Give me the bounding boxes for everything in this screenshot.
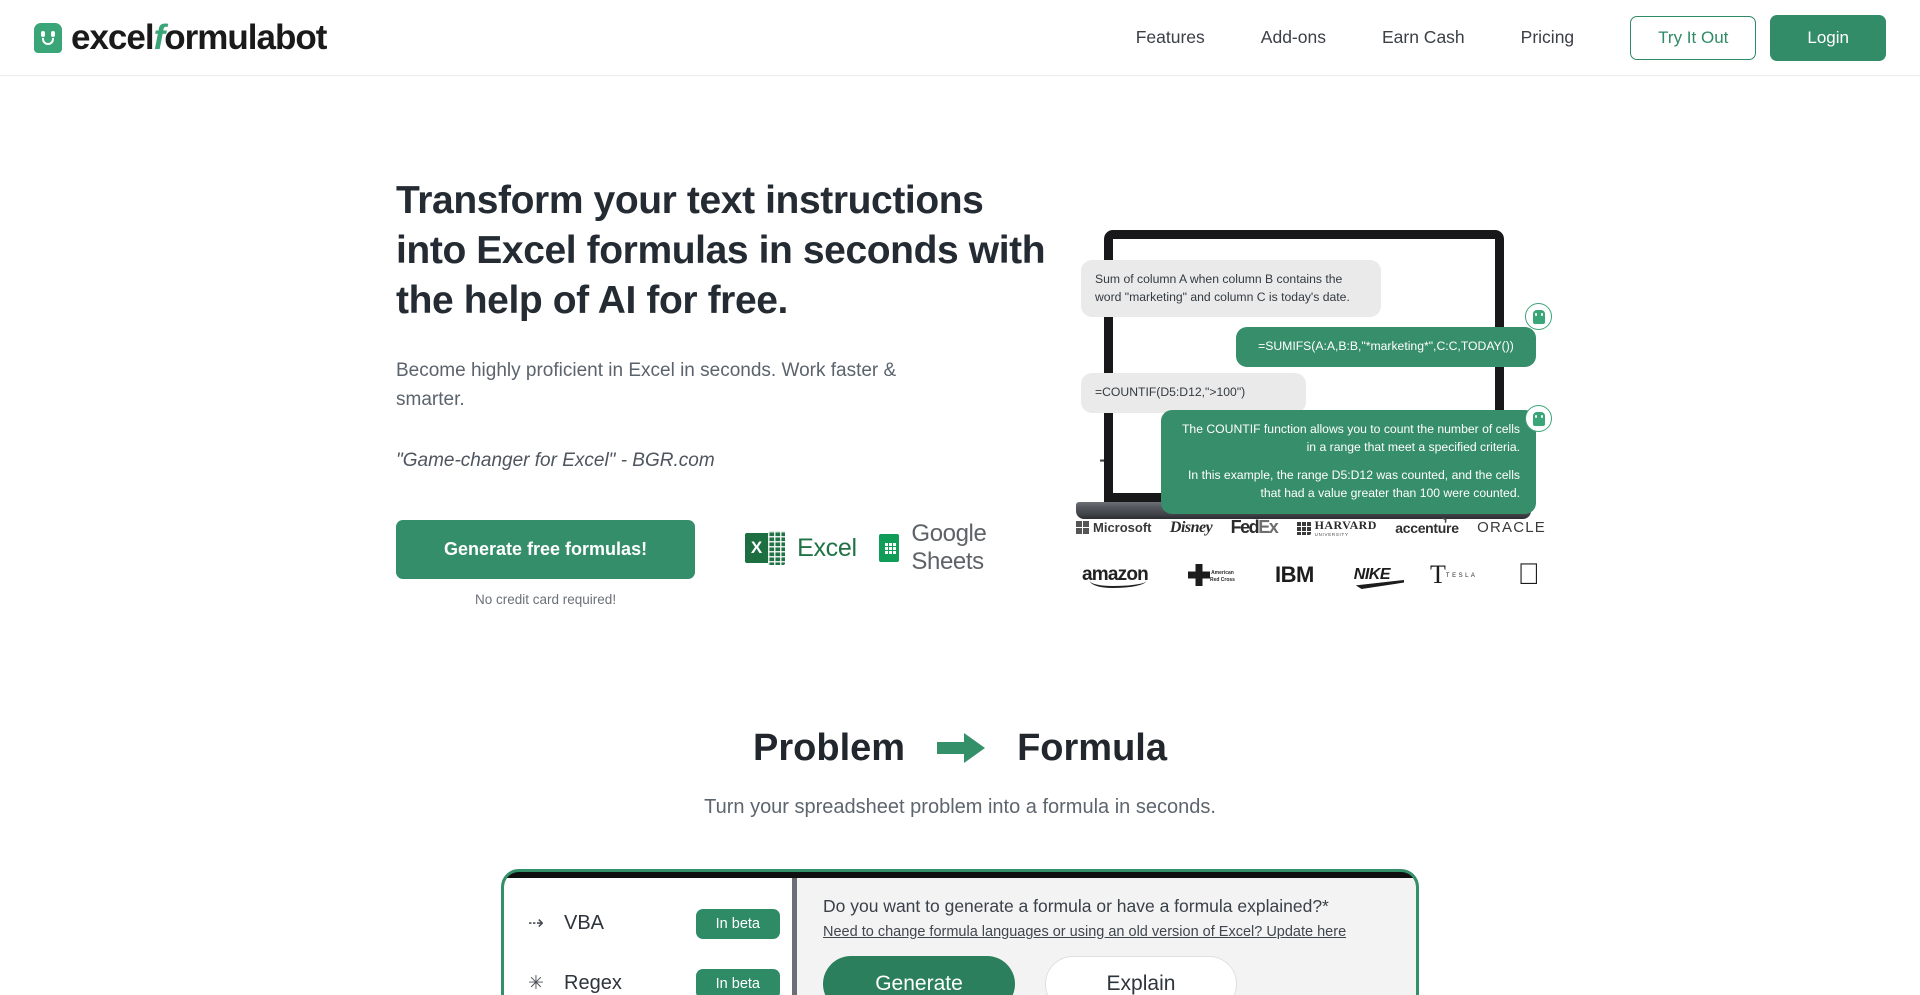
arc-line-1: American xyxy=(1211,570,1234,577)
explanation-paragraph-2: In this example, the range D5:D12 was co… xyxy=(1188,468,1520,501)
hero-visual-column: MacBook Pro Sum of column A when column … xyxy=(1076,134,1636,607)
explain-button[interactable]: Explain xyxy=(1045,955,1237,995)
harvard-logo-name: HARVARD xyxy=(1314,518,1377,533)
demo-question-label: Do you want to generate a formula or hav… xyxy=(823,895,1329,916)
beta-badge-regex: In beta xyxy=(695,968,780,995)
bot-eye-right-icon xyxy=(51,30,55,37)
bot-smile-icon xyxy=(42,37,54,45)
problem-word: Problem xyxy=(753,726,906,769)
update-formula-language-link[interactable]: Need to change formula languages or usin… xyxy=(823,924,1394,940)
demo-action-buttons: Generate Explain xyxy=(823,955,1394,995)
page-title: Transform your text instructions into Ex… xyxy=(396,179,1046,322)
tesla-logo-label: TESLA xyxy=(1445,572,1478,579)
generate-button[interactable]: Generate xyxy=(823,955,1015,995)
nav-item-features[interactable]: Features xyxy=(1108,27,1233,48)
login-button[interactable]: Login xyxy=(1770,14,1886,61)
american-red-cross-logo-icon: American Red Cross xyxy=(1187,564,1235,586)
page-root: excelformulabot Features Add-ons Earn Ca… xyxy=(0,0,1920,995)
demo-content-area: Do you want to generate a formula or hav… xyxy=(797,877,1416,995)
formula-word: Formula xyxy=(1017,726,1167,769)
harvard-shield-icon xyxy=(1295,520,1311,535)
problem-formula-section: Problem Formula Turn your spreadsheet pr… xyxy=(0,727,1920,819)
laptop-mockup: MacBook Pro Sum of column A when column … xyxy=(1076,230,1552,535)
hero-text-column: Transform your text instructions into Ex… xyxy=(396,134,1056,607)
nav-item-earn-cash[interactable]: Earn Cash xyxy=(1354,27,1493,48)
problem-formula-subtitle: Turn your spreadsheet problem into a for… xyxy=(704,795,1216,818)
demo-panel-wrapper: ⇢ VBA In beta ✳ Regex In beta Do you wan… xyxy=(501,868,1419,995)
harvard-logo-text: HARVARD UNIVERSITY xyxy=(1315,517,1377,538)
excel-icon-grid xyxy=(768,531,786,566)
demo-sidebar-item-regex[interactable]: ✳ Regex In beta xyxy=(504,954,792,995)
chat-bubble-user-formula: =COUNTIF(D5:D12,">100") xyxy=(1081,373,1306,413)
red-cross-icon xyxy=(1187,564,1210,586)
chat-bubble-user-prompt: Sum of column A when column B contains t… xyxy=(1081,260,1381,318)
oracle-logo-icon: ORACLE xyxy=(1477,519,1546,536)
brand-wordmark: excelformulabot xyxy=(71,17,327,58)
explanation-paragraph-1: The COUNTIF function allows you to count… xyxy=(1181,422,1520,454)
disney-logo-icon: Disney xyxy=(1169,518,1213,536)
brand-word-ormulabot: ormulabot xyxy=(164,17,327,57)
microsoft-squares-icon xyxy=(1076,521,1089,534)
google-sheets-icon xyxy=(878,534,900,563)
no-credit-card-note: No credit card required! xyxy=(475,591,617,607)
accenture-logo-icon: accenture xyxy=(1395,520,1459,536)
bot-eye-left-icon xyxy=(41,30,45,37)
ibm-logo-icon: IBM xyxy=(1274,562,1314,587)
microsoft-logo-label: Microsoft xyxy=(1093,520,1152,535)
amazon-logo-icon: amazon xyxy=(1082,564,1149,588)
right-arrow-icon xyxy=(937,733,986,764)
try-it-out-button[interactable]: Try It Out xyxy=(1630,15,1757,60)
american-red-cross-label: American Red Cross xyxy=(1210,570,1235,583)
beta-badge-vba: In beta xyxy=(695,908,780,939)
brand-word-excel: excel xyxy=(71,17,155,57)
hero-subheadline: Become highly proficient in Excel in sec… xyxy=(396,359,897,411)
supported-apps-logos: X Excel Google Sheets xyxy=(745,520,1056,606)
hero-cta-row: Generate free formulas! No credit card r… xyxy=(396,519,1056,607)
google-sheets-label-google: Google xyxy=(911,520,987,548)
asterisk-icon: ✳ xyxy=(528,973,544,995)
chat-bubble-formula-result: =SUMIFS(A:A,B:B,"*marketing*",C:C,TODAY(… xyxy=(1236,327,1536,367)
demo-sidebar-label-vba: VBA xyxy=(564,912,605,935)
trusted-logo-row-2: amazon American Red Cross IBM NIKE T TES… xyxy=(1076,560,1546,590)
hero-section: Transform your text instructions into Ex… xyxy=(0,76,1920,607)
dotted-arrow-icon: ⇢ xyxy=(528,913,544,935)
demo-panel: ⇢ VBA In beta ✳ Regex In beta Do you wan… xyxy=(501,868,1419,995)
nav-buttons: Try It Out Login xyxy=(1630,14,1886,61)
fedex-logo-ex: Ex xyxy=(1258,517,1279,537)
nike-logo-icon: NIKE xyxy=(1353,566,1391,583)
fedex-logo-icon: Fed Ex xyxy=(1230,517,1279,537)
nav-links: Features Add-ons Earn Cash Pricing Try I… xyxy=(1108,14,1886,61)
excel-icon-letter: X xyxy=(745,533,769,564)
google-sheets-label: Google Sheets xyxy=(911,520,1056,576)
tesla-t-icon: T xyxy=(1430,559,1446,589)
bot-face-icon xyxy=(34,22,62,53)
nav-item-add-ons[interactable]: Add-ons xyxy=(1233,27,1354,48)
brand-word-f: f xyxy=(153,17,166,57)
harvard-logo-icon: HARVARD UNIVERSITY xyxy=(1295,517,1377,538)
bot-face-glyph xyxy=(1532,411,1545,426)
microsoft-logo-icon: Microsoft xyxy=(1076,520,1152,535)
bot-face-glyph xyxy=(1532,309,1545,324)
chat-bubble-explanation: The COUNTIF function allows you to count… xyxy=(1161,410,1536,514)
google-sheets-label-sheets: Sheets xyxy=(911,548,984,576)
demo-sidebar: ⇢ VBA In beta ✳ Regex In beta xyxy=(504,877,792,995)
hero-cta-column: Generate free formulas! No credit card r… xyxy=(396,519,696,607)
generate-free-formulas-button[interactable]: Generate free formulas! xyxy=(396,519,696,579)
top-navigation-bar: excelformulabot Features Add-ons Earn Ca… xyxy=(0,0,1920,76)
excel-icon: X xyxy=(745,527,786,570)
harvard-logo-sub: UNIVERSITY xyxy=(1314,532,1349,538)
excel-label: Excel xyxy=(797,533,857,562)
brand-logo[interactable]: excelformulabot xyxy=(34,17,327,58)
demo-sidebar-item-vba[interactable]: ⇢ VBA In beta xyxy=(504,894,792,954)
bot-avatar-icon-bottom xyxy=(1525,405,1552,432)
problem-formula-title: Problem Formula xyxy=(0,727,1920,770)
nav-item-pricing[interactable]: Pricing xyxy=(1493,27,1603,48)
apple-logo-icon:  xyxy=(1517,560,1540,590)
arc-line-2: Red Cross xyxy=(1209,576,1235,583)
tesla-logo-icon: T TESLA xyxy=(1430,559,1478,589)
demo-sidebar-label-regex: Regex xyxy=(564,972,622,995)
hero-press-quote: "Game-changer for Excel" - BGR.com xyxy=(396,449,715,471)
bot-avatar-icon-top xyxy=(1525,303,1552,330)
